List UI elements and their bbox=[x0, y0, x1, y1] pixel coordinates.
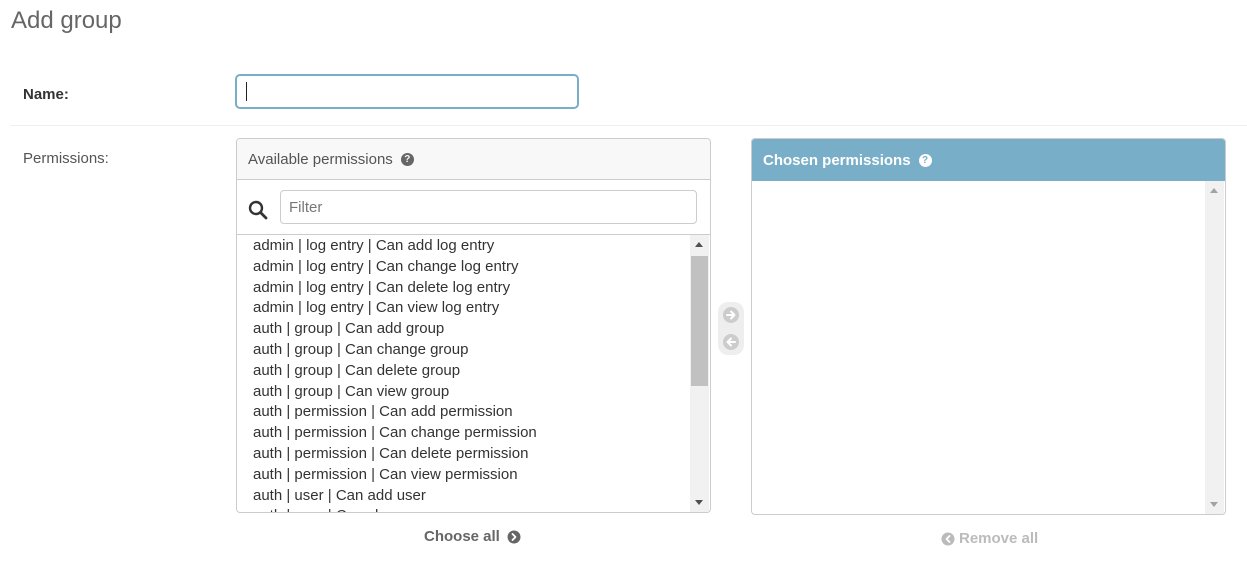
permission-option[interactable]: admin | log entry | Can change log entry bbox=[237, 257, 710, 278]
available-permissions-header: Available permissions ? bbox=[237, 139, 710, 180]
name-label: Name: bbox=[23, 86, 69, 103]
scroll-down-arrow-icon[interactable] bbox=[695, 500, 703, 505]
permission-option[interactable]: auth | group | Can delete group bbox=[237, 361, 710, 382]
form-row-divider bbox=[11, 125, 1247, 126]
permission-option[interactable]: auth | group | Can change group bbox=[237, 340, 710, 361]
permission-option[interactable]: auth | permission | Can view permission bbox=[237, 465, 710, 486]
remove-all-label: Remove all bbox=[959, 530, 1039, 547]
available-permissions-box: Available permissions ? admin | log entr… bbox=[236, 138, 711, 513]
scroll-up-arrow-icon[interactable] bbox=[695, 242, 703, 247]
choose-all-link[interactable]: Choose all bbox=[424, 528, 521, 545]
search-icon bbox=[248, 200, 268, 220]
help-icon[interactable]: ? bbox=[918, 153, 932, 167]
permission-option[interactable]: auth | user | Can add user bbox=[237, 486, 710, 507]
permission-option[interactable]: auth | user | Can change user bbox=[237, 506, 710, 512]
permission-option[interactable]: auth | group | Can view group bbox=[237, 382, 710, 403]
permission-option[interactable]: auth | permission | Can change permissio… bbox=[237, 423, 710, 444]
permission-option[interactable]: admin | log entry | Can add log entry bbox=[237, 236, 710, 257]
chevron-left-circle-icon bbox=[941, 532, 955, 545]
available-permissions-title: Available permissions bbox=[248, 150, 393, 168]
filter-row bbox=[237, 180, 710, 235]
remove-all-link[interactable]: Remove all bbox=[941, 530, 1038, 547]
filter-input[interactable] bbox=[280, 190, 697, 224]
page-title: Add group bbox=[11, 7, 122, 34]
add-arrow-icon[interactable] bbox=[722, 306, 740, 324]
choose-all-label: Choose all bbox=[424, 528, 500, 545]
chosen-permissions-box: Chosen permissions ? bbox=[751, 138, 1226, 515]
help-icon[interactable]: ? bbox=[400, 152, 414, 166]
chosen-permissions-header: Chosen permissions ? bbox=[752, 139, 1225, 181]
remove-arrow-icon[interactable] bbox=[722, 333, 740, 351]
chosen-permissions-title: Chosen permissions bbox=[763, 151, 911, 169]
text-caret bbox=[246, 82, 247, 101]
permission-option[interactable]: auth | permission | Can add permission bbox=[237, 402, 710, 423]
scroll-down-arrow-icon[interactable] bbox=[1210, 502, 1218, 507]
scroll-up-arrow-icon[interactable] bbox=[1210, 188, 1218, 193]
chosen-scrollbar[interactable] bbox=[1205, 181, 1224, 514]
permission-option[interactable]: auth | permission | Can delete permissio… bbox=[237, 444, 710, 465]
permission-option[interactable]: admin | log entry | Can view log entry bbox=[237, 298, 710, 319]
selector-chooser bbox=[718, 302, 744, 355]
permissions-label: Permissions: bbox=[23, 150, 109, 167]
available-scrollbar[interactable] bbox=[690, 235, 709, 512]
permission-option[interactable]: auth | group | Can add group bbox=[237, 319, 710, 340]
chevron-right-circle-icon bbox=[507, 530, 521, 543]
name-input[interactable] bbox=[236, 75, 578, 108]
available-options-list[interactable]: admin | log entry | Can add log entry adm… bbox=[237, 235, 710, 512]
permission-option[interactable]: admin | log entry | Can delete log entry bbox=[237, 278, 710, 299]
chosen-options-list[interactable] bbox=[752, 181, 1225, 514]
scroll-thumb[interactable] bbox=[691, 256, 708, 386]
